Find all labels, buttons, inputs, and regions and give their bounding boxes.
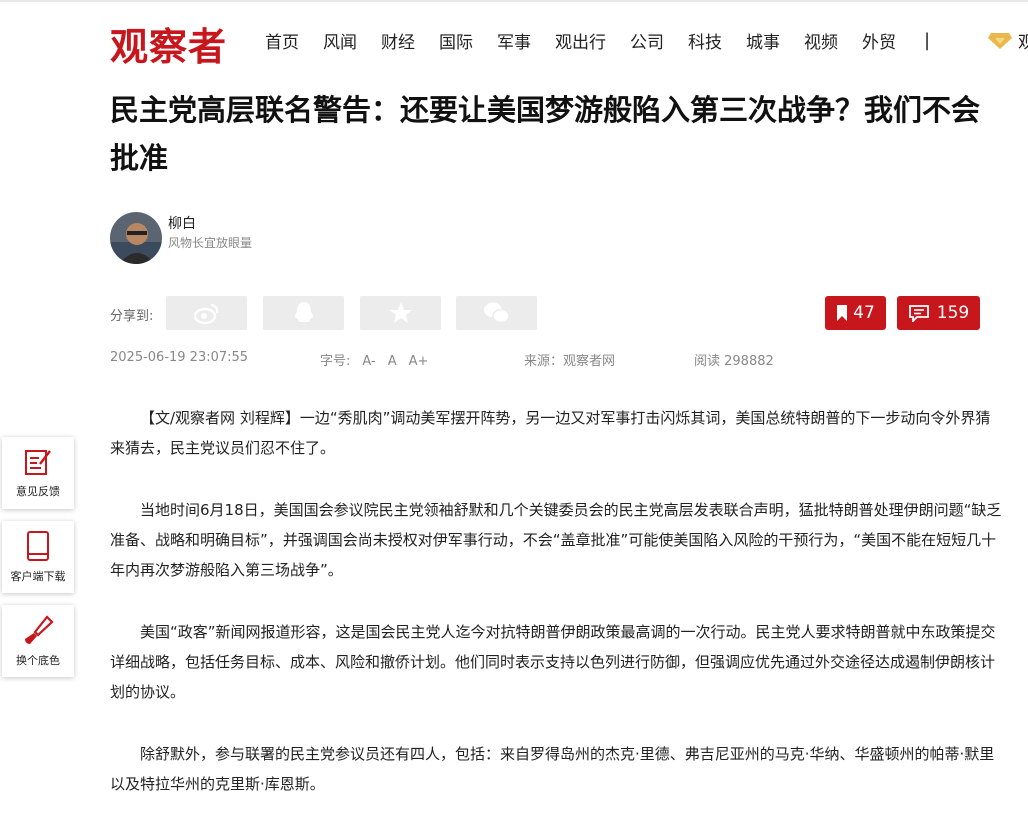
feedback-button[interactable]: 意见反馈: [2, 437, 74, 509]
article-paragraph: 【文/观察者网 刘程辉】一边“秀肌肉”调动美军摆开阵势，另一边又对军事打击闪烁其…: [110, 409, 991, 457]
nav-item-finance[interactable]: 财经: [381, 28, 415, 53]
article-paragraph: 美国“政客”新闻网报道形容，这是国会民主党人迄今对抗特朗普伊朗政策最高调的一次行…: [110, 623, 996, 701]
author-name[interactable]: 柳白: [168, 213, 196, 233]
share-label: 分享到:: [110, 309, 154, 324]
nav-item-video[interactable]: 视频: [804, 28, 838, 53]
article-title: 民主党高层联名警告：还要让美国梦游般陷入第三次战争？我们不会批准: [110, 93, 981, 175]
tablet-icon: [27, 531, 49, 561]
nav-item-city[interactable]: 城事: [746, 28, 780, 53]
nav-item-international[interactable]: 国际: [439, 28, 473, 53]
font-size-decrease[interactable]: A-: [362, 354, 375, 369]
nav-separator: |: [924, 29, 931, 51]
font-size-increase[interactable]: A+: [409, 354, 429, 369]
paint-brush-icon: [25, 615, 54, 644]
comment-icon: [908, 305, 929, 322]
author-avatar[interactable]: [110, 212, 162, 264]
bookmark-button[interactable]: 47: [825, 296, 886, 330]
top-border: [0, 0, 1028, 2]
article-source: 来源：观察者网: [524, 354, 616, 369]
nav-item-military[interactable]: 军事: [497, 28, 531, 53]
qq-icon: [294, 302, 313, 322]
theme-label: 换个底色: [16, 654, 60, 667]
vip-label: 观: [1018, 33, 1028, 53]
diamond-icon: [988, 32, 1012, 49]
nav-item-tech[interactable]: 科技: [688, 28, 722, 53]
share-qzone-button[interactable]: [360, 296, 441, 330]
publish-date: 2025-06-19 23:07:55: [110, 350, 249, 365]
author-description: 风物长宜放眼量: [168, 236, 253, 250]
font-size-default[interactable]: A: [388, 354, 397, 369]
article-paragraph: 除舒默外，参与联署的民主党参议员还有四人，包括：来自罗得岛州的杰克·里德、弗吉尼…: [110, 745, 995, 793]
comment-count: 159: [936, 303, 970, 323]
wechat-icon: [483, 302, 510, 324]
feedback-icon: [25, 450, 51, 475]
download-label: 客户端下载: [10, 570, 66, 583]
nav-item-fengwen[interactable]: 风闻: [323, 28, 357, 53]
comment-button[interactable]: 159: [897, 296, 980, 330]
feedback-label: 意见反馈: [16, 485, 60, 498]
share-wechat-button[interactable]: [456, 296, 537, 330]
site-logo[interactable]: 观察者: [110, 16, 227, 71]
change-theme-button[interactable]: 换个底色: [2, 605, 74, 677]
font-size-label: 字号:: [320, 354, 351, 369]
nav-item-company[interactable]: 公司: [630, 28, 664, 53]
app-download-button[interactable]: 客户端下载: [2, 521, 74, 593]
vip-link[interactable]: 观: [988, 28, 1028, 53]
nav-item-travel[interactable]: 观出行: [555, 28, 606, 53]
share-qq-button[interactable]: [263, 296, 344, 330]
article-paragraph: 当地时间6月18日，美国国会参议院民主党领袖舒默和几个关键委员会的民主党高层发表…: [110, 501, 1002, 579]
share-weibo-button[interactable]: [166, 296, 247, 330]
main-nav: 首页 风闻 财经 国际 军事 观出行 公司 科技 城事 视频 外贸 |: [265, 28, 944, 53]
font-size-control: 字号: A- A A+: [320, 350, 428, 369]
bookmark-count: 47: [853, 303, 875, 323]
nav-item-home[interactable]: 首页: [265, 28, 299, 53]
qzone-icon: [389, 302, 412, 323]
nav-item-trade[interactable]: 外贸: [862, 28, 896, 53]
read-count: 阅读 298882: [694, 354, 774, 369]
article-body: 【文/观察者网 刘程辉】一边“秀肌肉”调动美军摆开阵势，另一边又对军事打击闪烁其…: [110, 403, 1002, 831]
weibo-icon: [193, 303, 218, 324]
bookmark-icon: [837, 305, 848, 321]
